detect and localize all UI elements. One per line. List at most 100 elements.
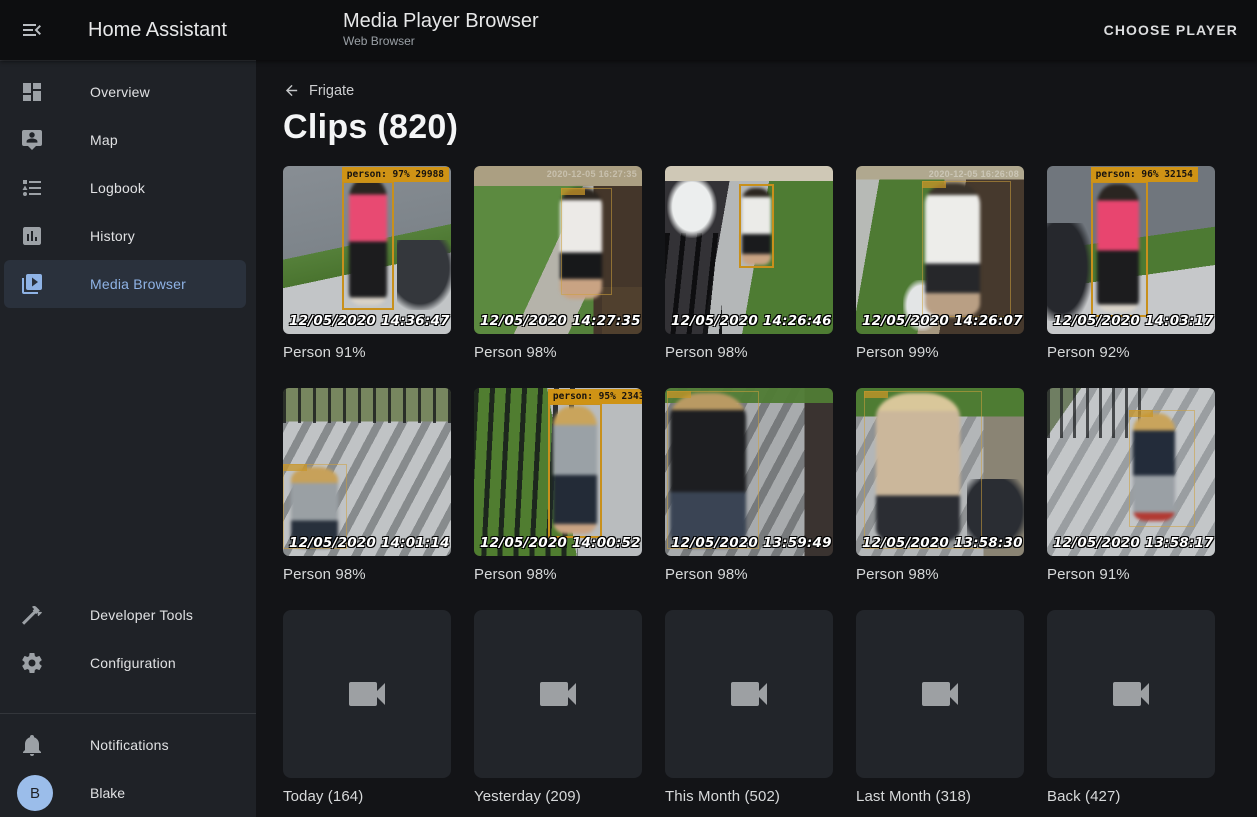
sidebar-item-history[interactable]: History xyxy=(4,212,246,260)
clip-thumbnail: 2020-12-05 16:27:35 12/05/2020 14:27:35 xyxy=(474,166,642,334)
sidebar-item-configuration[interactable]: Configuration xyxy=(4,639,246,687)
clip-item[interactable]: person: 97% 29988 12/05/2020 14:36:47 Pers… xyxy=(283,166,451,364)
clip-item[interactable]: 2020-12-05 16:27:35 12/05/2020 14:27:35 Pe… xyxy=(474,166,642,364)
clip-thumbnail: person: 95% 2343212/05/2020 14:00:52 xyxy=(474,388,642,556)
clip-timestamp: 12/05/2020 13:59:49 xyxy=(671,535,832,551)
clip-timestamp: 12/05/2020 14:26:46 xyxy=(671,313,832,329)
clip-thumbnail: person: 96% 3215412/05/2020 14:03:17 xyxy=(1047,166,1215,334)
sidebar-item-logbook[interactable]: Logbook xyxy=(4,164,246,212)
folder-item[interactable]: Last Month (318) xyxy=(856,610,1024,808)
breadcrumb-label: Frigate xyxy=(309,83,354,99)
clip-caption: Person 99% xyxy=(856,344,1024,364)
folder-caption: Today (164) xyxy=(283,788,451,808)
page-title: Clips (820) xyxy=(283,108,1257,147)
sidebar-item-notifications[interactable]: Notifications xyxy=(4,721,246,769)
clip-item[interactable]: 12/05/2020 14:26:46 Person 98% xyxy=(665,166,833,364)
view-dashboard-icon xyxy=(20,80,44,104)
videocam-icon xyxy=(343,670,391,718)
clip-timestamp: 12/05/2020 14:36:47 xyxy=(289,313,450,329)
sidebar-item-overview[interactable]: Overview xyxy=(4,68,246,116)
menu-open-icon[interactable] xyxy=(20,18,44,42)
sidebar-spacer xyxy=(0,308,256,591)
clip-timestamp: 12/05/2020 14:27:35 xyxy=(480,313,641,329)
clip-caption: Person 98% xyxy=(474,344,642,364)
sidebar-item-developer-tools[interactable]: Developer Tools xyxy=(4,591,246,639)
detection-bbox xyxy=(667,391,759,549)
clip-item[interactable]: 12/05/2020 14:01:14Person 98% xyxy=(283,388,451,586)
folder-item[interactable]: Yesterday (209) xyxy=(474,610,642,808)
sidebar-item-label: Notifications xyxy=(90,737,169,753)
sidebar-item-label: Developer Tools xyxy=(90,607,193,623)
breadcrumb-back-link[interactable]: Frigate xyxy=(283,82,354,99)
sidebar-item-label: Map xyxy=(90,132,118,148)
sidebar-item-media-browser[interactable]: Media Browser xyxy=(4,260,246,308)
folder-item[interactable]: Back (427) xyxy=(1047,610,1215,808)
detection-bbox xyxy=(739,184,774,268)
sidebar-item-label: Logbook xyxy=(90,180,145,196)
clip-thumbnail: 2020-12-05 16:26:08 12/05/2020 14:26:07 xyxy=(856,166,1024,334)
media-title: Media Player Browser xyxy=(343,9,539,33)
clip-thumbnail: 12/05/2020 14:26:46 xyxy=(665,166,833,334)
folder-tile xyxy=(474,610,642,778)
folder-tile xyxy=(283,610,451,778)
clip-timestamp: 12/05/2020 13:58:17 xyxy=(1053,535,1214,551)
clip-caption: Person 98% xyxy=(665,566,833,586)
detection-bbox: person: 96% 32154 xyxy=(1091,181,1148,317)
clip-item[interactable]: 12/05/2020 13:59:49 Person 98% xyxy=(665,388,833,586)
choose-player-button[interactable]: CHOOSE PLAYER xyxy=(1096,0,1246,60)
folder-caption: Last Month (318) xyxy=(856,788,1024,808)
chart-box-icon xyxy=(20,224,44,248)
folder-caption: Yesterday (209) xyxy=(474,788,642,808)
detection-label-chip: person: 96% 32154 xyxy=(1091,167,1198,182)
clip-caption: Person 98% xyxy=(665,344,833,364)
clip-timestamp: 12/05/2020 14:01:14 xyxy=(289,535,450,551)
play-box-multiple-icon xyxy=(20,272,44,296)
clip-item[interactable]: 2020-12-05 16:26:08 12/05/2020 14:26:07 Pe… xyxy=(856,166,1024,364)
clip-caption: Person 91% xyxy=(283,344,451,364)
clip-caption: Person 92% xyxy=(1047,344,1215,364)
clip-thumbnail: 12/05/2020 13:58:17 xyxy=(1047,388,1215,556)
arrow-left-icon xyxy=(283,82,300,99)
detection-label-chip: person: 97% 29988 xyxy=(342,167,449,182)
avatar: B xyxy=(17,775,53,811)
folder-caption: Back (427) xyxy=(1047,788,1215,808)
media-header: Media Player Browser Web Browser xyxy=(343,9,539,48)
sidebar-item-map[interactable]: Map xyxy=(4,116,246,164)
clip-thumbnail: 12/05/2020 13:58:30 xyxy=(856,388,1024,556)
videocam-icon xyxy=(916,670,964,718)
clip-thumbnail: 12/05/2020 14:01:14 xyxy=(283,388,451,556)
folder-item[interactable]: Today (164) xyxy=(283,610,451,808)
folder-item[interactable]: This Month (502) xyxy=(665,610,833,808)
sidebar-item-label: History xyxy=(90,228,135,244)
camera-osd-timestamp: 2020-12-05 16:26:08 xyxy=(929,169,1019,179)
app-bar: Home Assistant Media Player Browser Web … xyxy=(0,0,1257,60)
clip-caption: Person 98% xyxy=(474,566,642,586)
media-subtitle: Web Browser xyxy=(343,34,539,48)
clip-thumbnail: 12/05/2020 13:59:49 xyxy=(665,388,833,556)
tooltip-account-icon xyxy=(20,128,44,152)
clip-item[interactable]: 12/05/2020 13:58:30 Person 98% xyxy=(856,388,1024,586)
clip-item[interactable]: person: 95% 2343212/05/2020 14:00:52 Pers… xyxy=(474,388,642,586)
clip-item[interactable]: 12/05/2020 13:58:17Person 91% xyxy=(1047,388,1215,586)
sidebar-nav: Overview Map Logbook History Media Brows… xyxy=(0,61,256,308)
clips-grid: person: 97% 29988 12/05/2020 14:36:47 Pers… xyxy=(283,166,1257,808)
sidebar-tools-group: Developer Tools Configuration xyxy=(0,591,256,687)
clip-thumbnail: person: 97% 29988 12/05/2020 14:36:47 xyxy=(283,166,451,334)
clip-timestamp: 12/05/2020 14:26:07 xyxy=(862,313,1023,329)
sidebar-item-label: Overview xyxy=(90,84,150,100)
clip-timestamp: 12/05/2020 13:58:30 xyxy=(862,535,1023,551)
clip-caption: Person 98% xyxy=(856,566,1024,586)
app-title: Home Assistant xyxy=(88,19,227,42)
clip-timestamp: 12/05/2020 14:00:52 xyxy=(480,535,641,551)
detection-bbox xyxy=(864,391,982,549)
folder-tile xyxy=(1047,610,1215,778)
format-list-bulleted-icon xyxy=(20,176,44,200)
sidebar-item-user-profile[interactable]: B Blake xyxy=(4,769,246,817)
user-name: Blake xyxy=(90,785,125,801)
sidebar: Overview Map Logbook History Media Brows… xyxy=(0,60,256,817)
detection-bbox xyxy=(561,188,611,296)
camera-osd-timestamp: 2020-12-05 16:27:35 xyxy=(547,169,637,179)
detection-bbox xyxy=(922,181,1011,317)
clip-item[interactable]: person: 96% 3215412/05/2020 14:03:17 Pers… xyxy=(1047,166,1215,364)
detection-bbox: person: 95% 23432 xyxy=(548,403,602,537)
